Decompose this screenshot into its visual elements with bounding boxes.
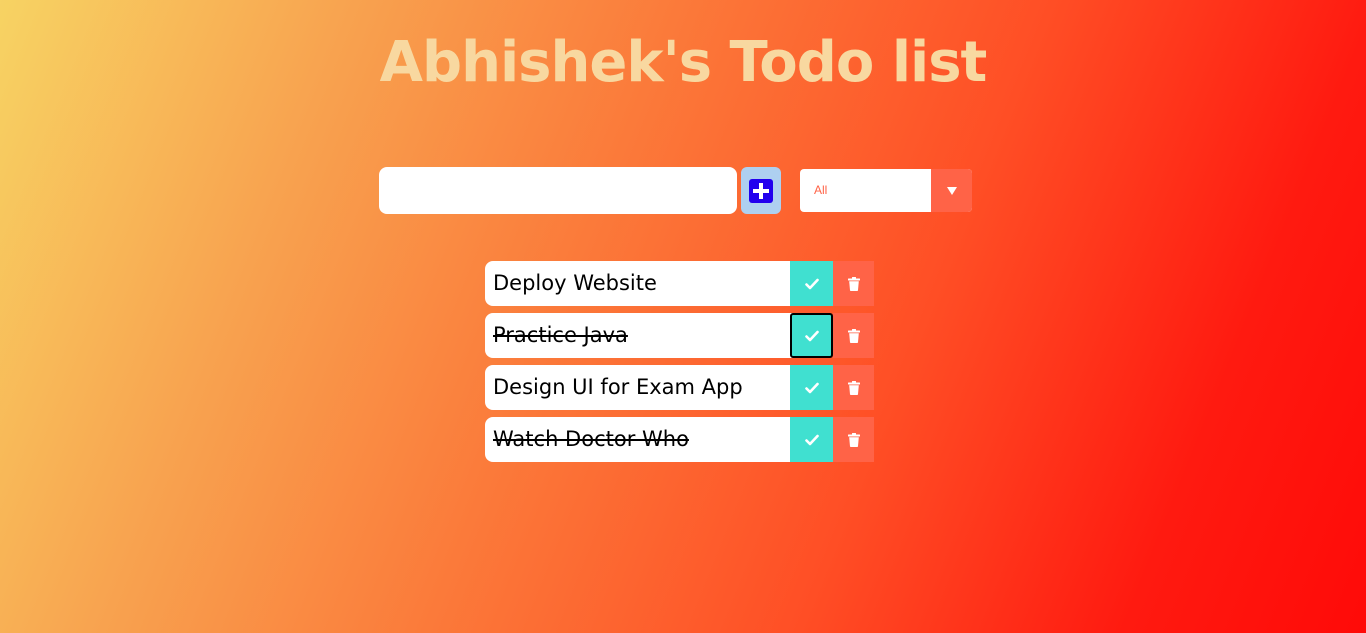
delete-button[interactable] [833,417,874,462]
trash-icon [847,328,860,343]
check-icon [804,278,819,289]
todo-text: Deploy Website [493,271,657,295]
filter-caret[interactable] [931,169,972,212]
trash-icon [847,380,860,395]
filter-select[interactable]: All [800,169,972,212]
todo-text-container: Practice Java [485,313,795,358]
todo-text: Practice Java [493,323,628,347]
todo-text-container: Deploy Website [485,261,795,306]
filter-selected-value: All [814,183,828,197]
todo-text-container: Watch Doctor Who [485,417,795,462]
check-icon [804,434,819,445]
trash-icon [847,276,860,291]
trash-icon [847,432,860,447]
add-todo-button[interactable] [741,167,781,214]
complete-button[interactable] [790,261,833,306]
todo-input[interactable] [379,167,737,214]
check-icon [804,382,819,393]
todo-item: Deploy Website [485,261,874,306]
todo-list: Deploy Website Practice Java Design UI f… [485,261,874,469]
todo-item: Practice Java [485,313,874,358]
todo-text-container: Design UI for Exam App [485,365,795,410]
check-icon [804,330,819,341]
complete-button[interactable] [790,313,833,358]
delete-button[interactable] [833,261,874,306]
plus-square-icon [749,178,773,203]
complete-button[interactable] [790,417,833,462]
delete-button[interactable] [833,313,874,358]
todo-item: Watch Doctor Who [485,417,874,462]
caret-down-icon [946,186,957,195]
complete-button[interactable] [790,365,833,410]
todo-text: Watch Doctor Who [493,427,689,451]
todo-item: Design UI for Exam App [485,365,874,410]
todo-text: Design UI for Exam App [493,375,743,399]
delete-button[interactable] [833,365,874,410]
page-title: Abhishek's Todo list [379,30,988,95]
